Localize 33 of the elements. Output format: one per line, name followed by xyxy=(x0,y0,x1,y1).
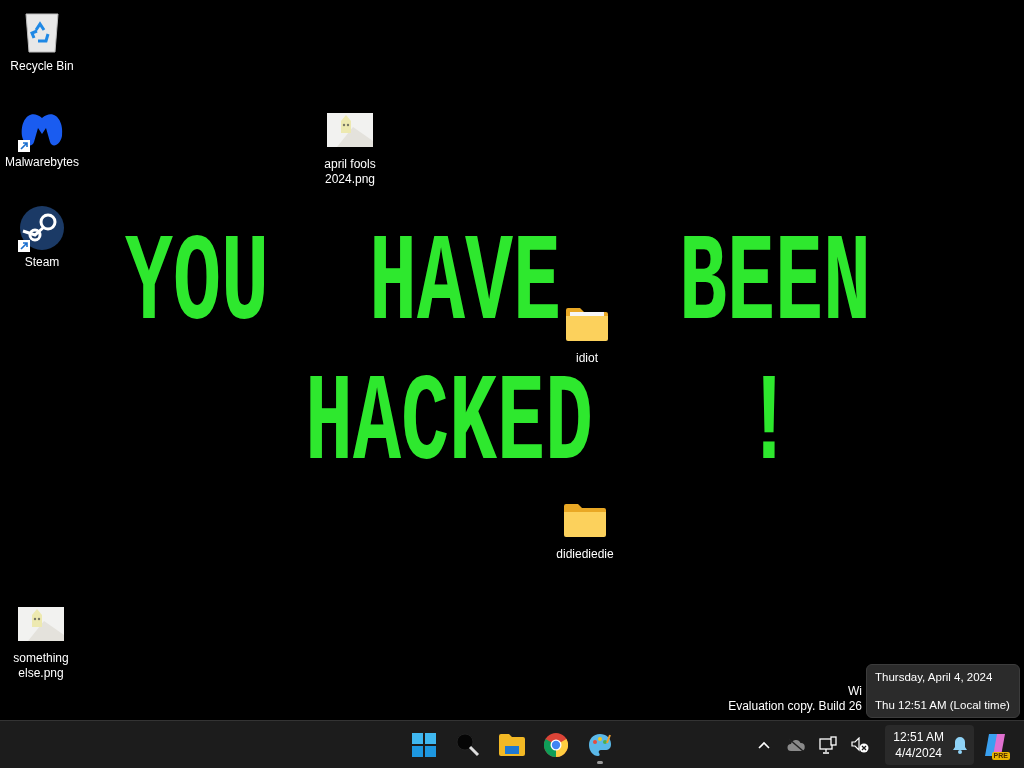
folder-icon xyxy=(499,733,525,756)
search-icon xyxy=(456,732,480,757)
clock-time: 12:51 AM xyxy=(893,728,944,745)
desktop-icon-label[interactable]: Malwarebytes xyxy=(5,155,79,170)
bell-icon xyxy=(952,735,968,754)
network-icon xyxy=(819,735,838,754)
wallpaper-text: ! xyxy=(745,369,794,481)
desktop-icon-label[interactable]: april fools 2024.png xyxy=(308,157,392,187)
steam-icon xyxy=(19,205,65,251)
clock-date: 4/4/2024 xyxy=(895,744,942,761)
recycle-bin-icon xyxy=(23,10,61,54)
desktop-icon-label[interactable]: something else.png xyxy=(0,651,83,681)
desktop-icon-label[interactable]: didiediedie xyxy=(556,547,614,562)
wallpaper-text: BEEN xyxy=(679,229,872,341)
wallpaper-text: HACKED xyxy=(305,369,594,481)
folder-with-paper-icon xyxy=(565,306,609,342)
volume-muted-icon xyxy=(851,736,870,753)
windows-logo-icon xyxy=(412,732,436,757)
tooltip-text: Thursday, April 4, 2024 xyxy=(875,671,994,683)
watermark-text: Evaluation copy. Build 26 xyxy=(728,699,862,714)
folder-icon xyxy=(563,502,607,538)
watermark-text: Wi xyxy=(848,684,862,699)
wallpaper-text: HAVE xyxy=(369,229,562,341)
chevron-up-icon xyxy=(758,740,771,749)
desktop-icon-label[interactable]: Recycle Bin xyxy=(10,59,74,74)
desktop-icon-label[interactable]: Steam xyxy=(24,255,60,270)
cloud-off-icon xyxy=(787,737,806,752)
tooltip-text: Thu 12:51 AM (Local time) xyxy=(875,699,1011,711)
wallpaper-text: YOU xyxy=(125,229,270,341)
clock-button[interactable]: 12:51 AM 4/4/2024 xyxy=(885,724,974,765)
paint-palette-icon xyxy=(588,732,612,757)
desktop-icon-label[interactable]: idiot xyxy=(576,351,598,366)
chrome-icon xyxy=(544,732,568,757)
